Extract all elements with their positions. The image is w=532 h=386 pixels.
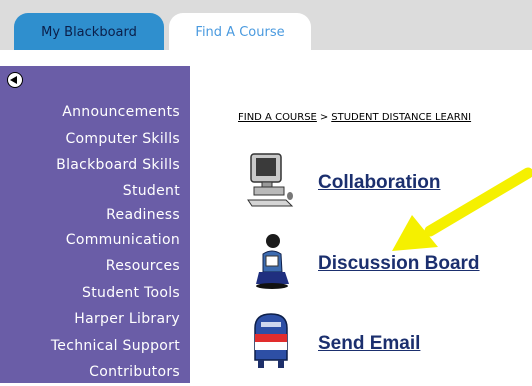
sidebar-nav: Announcements Computer Skills Blackboard… — [0, 99, 180, 386]
breadcrumb-student-distance-learning[interactable]: STUDENT DISTANCE LEARNI — [331, 112, 471, 123]
sidebar-item-readiness[interactable]: Readiness — [0, 203, 180, 227]
sidebar-item-communication[interactable]: Communication — [0, 227, 180, 254]
tab-my-blackboard[interactable]: My Blackboard — [14, 13, 164, 50]
breadcrumb-find-a-course[interactable]: FIND A COURSE — [238, 112, 317, 123]
sidebar-item-computer-skills[interactable]: Computer Skills — [0, 126, 180, 153]
tab-find-a-course[interactable]: Find A Course — [169, 13, 311, 50]
tab-bar: My Blackboard Find A Course — [0, 0, 532, 50]
person-icon[interactable] — [251, 232, 293, 290]
sidebar-item-student[interactable]: Student — [0, 179, 180, 203]
sidebar-item-resources[interactable]: Resources — [0, 253, 180, 280]
sidebar-item-announcements[interactable]: Announcements — [0, 99, 180, 126]
computer-icon[interactable] — [246, 152, 294, 208]
discussion-board-link[interactable]: Discussion Board — [318, 253, 480, 275]
sidebar-item-student-tools[interactable]: Student Tools — [0, 280, 180, 307]
send-email-link[interactable]: Send Email — [318, 333, 420, 355]
breadcrumb-separator: > — [319, 112, 329, 123]
sidebar-item-blackboard-skills[interactable]: Blackboard Skills — [0, 152, 180, 179]
mailbox-icon[interactable] — [251, 312, 291, 370]
breadcrumb: FIND A COURSE > STUDENT DISTANCE LEARNI — [238, 112, 471, 123]
sidebar-item-contributors[interactable]: Contributors — [0, 359, 180, 386]
sidebar-item-technical-support[interactable]: Technical Support — [0, 333, 180, 360]
collapse-left-icon[interactable] — [7, 72, 23, 88]
yellow-arrow-icon — [392, 167, 532, 251]
sidebar: Announcements Computer Skills Blackboard… — [0, 66, 190, 383]
sidebar-item-harper-library[interactable]: Harper Library — [0, 306, 180, 333]
